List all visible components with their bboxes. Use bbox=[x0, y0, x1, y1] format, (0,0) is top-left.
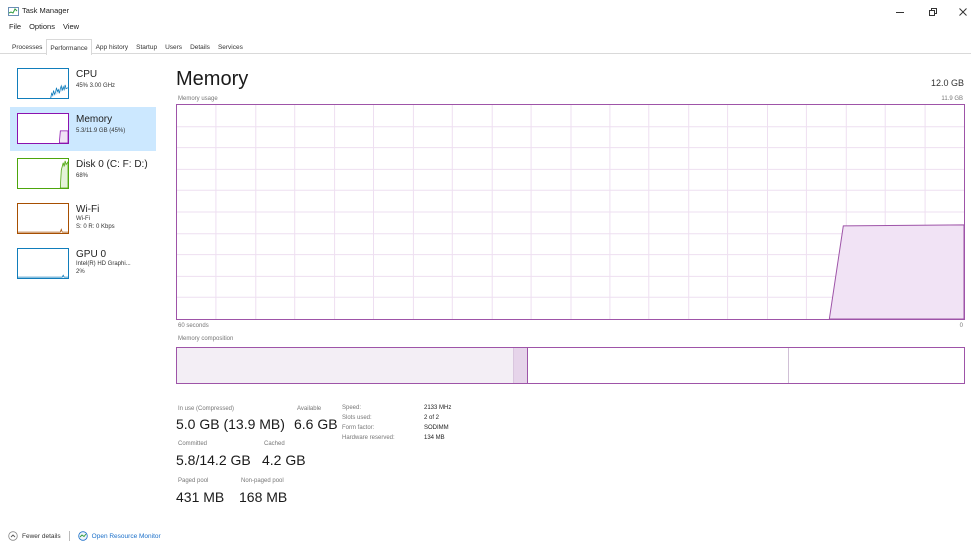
memory-usage-graph bbox=[176, 104, 965, 320]
spec-label: Form factor: bbox=[342, 425, 375, 431]
menu-view[interactable]: View bbox=[63, 22, 79, 35]
time-axis-start: 60 seconds bbox=[178, 323, 209, 329]
spec-value: 2 of 2 bbox=[424, 415, 440, 421]
nonpaged-pool-label: Non-paged pool bbox=[241, 478, 284, 484]
nonpaged-pool-value: 168 MB bbox=[239, 489, 288, 505]
restore-icon bbox=[929, 8, 937, 16]
tab-startup[interactable]: Startup bbox=[132, 39, 161, 54]
resource-sidebar: CPU 45% 3.00 GHz Memory 5.3/11.9 GB (45%… bbox=[10, 62, 156, 287]
paged-pool-label: Paged pool bbox=[178, 478, 209, 484]
wifi-thumbnail-graph bbox=[17, 203, 69, 234]
minimize-icon bbox=[896, 12, 904, 13]
spec-label: Speed: bbox=[342, 405, 362, 411]
committed-value: 5.8/14.2 GB bbox=[176, 452, 251, 468]
tab-performance[interactable]: Performance bbox=[46, 39, 92, 55]
usage-graph-label: Memory usage bbox=[178, 96, 218, 102]
sidebar-item-cpu[interactable]: CPU 45% 3.00 GHz bbox=[10, 62, 156, 106]
sidebar-item-detail: 68% bbox=[76, 173, 89, 179]
tab-details[interactable]: Details bbox=[186, 39, 214, 54]
title-bar: Task Manager bbox=[0, 0, 971, 22]
composition-label: Memory composition bbox=[178, 336, 234, 342]
footer-bar: Fewer details Open Resource Monitor bbox=[8, 530, 161, 542]
sidebar-item-label: GPU 0 bbox=[76, 249, 107, 260]
close-icon bbox=[959, 8, 967, 16]
chevron-up-icon[interactable] bbox=[8, 531, 18, 541]
paged-pool-value: 431 MB bbox=[176, 489, 225, 505]
page-title: Memory bbox=[176, 68, 249, 90]
memory-total: 12.0 GB bbox=[930, 78, 964, 88]
composition-free bbox=[788, 348, 964, 383]
tab-services[interactable]: Services bbox=[214, 39, 247, 54]
composition-in-use bbox=[177, 348, 513, 383]
sidebar-item-label: Wi-Fi bbox=[76, 204, 100, 215]
time-axis-end: 0 bbox=[959, 323, 963, 329]
sidebar-item-label: Memory bbox=[76, 114, 113, 125]
cached-value: 4.2 GB bbox=[262, 452, 306, 468]
sidebar-item-disk[interactable]: Disk 0 (C: F: D:) 68% bbox=[10, 152, 156, 196]
spec-value: 134 MB bbox=[424, 435, 445, 441]
spec-label: Slots used: bbox=[342, 415, 372, 421]
in-use-label: In use (Compressed) bbox=[178, 406, 235, 412]
available-value: 6.6 GB bbox=[294, 416, 338, 432]
tab-strip: Processes Performance App history Startu… bbox=[0, 38, 971, 55]
cpu-thumbnail-graph bbox=[17, 68, 69, 99]
memory-composition-bar bbox=[176, 347, 965, 384]
tab-app-history[interactable]: App history bbox=[92, 39, 133, 54]
sidebar-item-detail: Wi-Fi bbox=[76, 216, 90, 222]
sidebar-item-detail: 5.3/11.9 GB (45%) bbox=[76, 128, 126, 134]
menu-options[interactable]: Options bbox=[29, 22, 55, 35]
minimize-button[interactable] bbox=[892, 5, 908, 19]
sidebar-item-detail: 2% bbox=[76, 269, 85, 275]
tab-users[interactable]: Users bbox=[161, 39, 186, 54]
composition-standby bbox=[527, 348, 788, 383]
sidebar-item-label: CPU bbox=[76, 69, 98, 80]
close-button[interactable] bbox=[955, 5, 971, 19]
restore-button[interactable] bbox=[925, 5, 941, 19]
sidebar-item-label: Disk 0 (C: F: D:) bbox=[76, 159, 148, 170]
disk-thumbnail-graph bbox=[17, 158, 69, 189]
cached-label: Cached bbox=[264, 441, 285, 447]
footer-divider bbox=[68, 531, 70, 541]
sidebar-item-gpu[interactable]: GPU 0 Intel(R) HD Graphi... 2% bbox=[10, 242, 156, 286]
sidebar-item-detail: Intel(R) HD Graphi... bbox=[76, 261, 131, 267]
gpu-thumbnail-graph bbox=[17, 248, 69, 279]
sidebar-item-wifi[interactable]: Wi-Fi Wi-Fi S: 0 R: 0 Kbps bbox=[10, 197, 156, 241]
usage-graph-max: 11.9 GB bbox=[941, 96, 963, 102]
task-manager-icon bbox=[8, 7, 19, 16]
open-resource-monitor-link[interactable]: Open Resource Monitor bbox=[92, 533, 161, 540]
spec-value: 2133 MHz bbox=[424, 405, 452, 411]
spec-value: SODIMM bbox=[424, 425, 449, 431]
sidebar-item-detail: 45% 3.00 GHz bbox=[76, 83, 116, 89]
memory-thumbnail-graph bbox=[17, 113, 69, 144]
spec-label: Hardware reserved: bbox=[342, 435, 395, 441]
resource-monitor-icon bbox=[77, 531, 88, 541]
composition-modified bbox=[513, 348, 527, 383]
window-title: Task Manager bbox=[22, 6, 70, 15]
menu-file[interactable]: File bbox=[9, 22, 21, 35]
menu-bar: File Options View bbox=[0, 22, 79, 35]
in-use-value: 5.0 GB (13.9 MB) bbox=[176, 416, 285, 432]
available-label: Available bbox=[297, 406, 322, 412]
usage-area bbox=[828, 224, 964, 319]
sidebar-item-memory[interactable]: Memory 5.3/11.9 GB (45%) bbox=[10, 107, 156, 151]
fewer-details-link[interactable]: Fewer details bbox=[22, 533, 61, 540]
tab-processes[interactable]: Processes bbox=[8, 39, 46, 54]
committed-label: Committed bbox=[178, 441, 208, 447]
sidebar-item-detail: S: 0 R: 0 Kbps bbox=[76, 224, 115, 230]
